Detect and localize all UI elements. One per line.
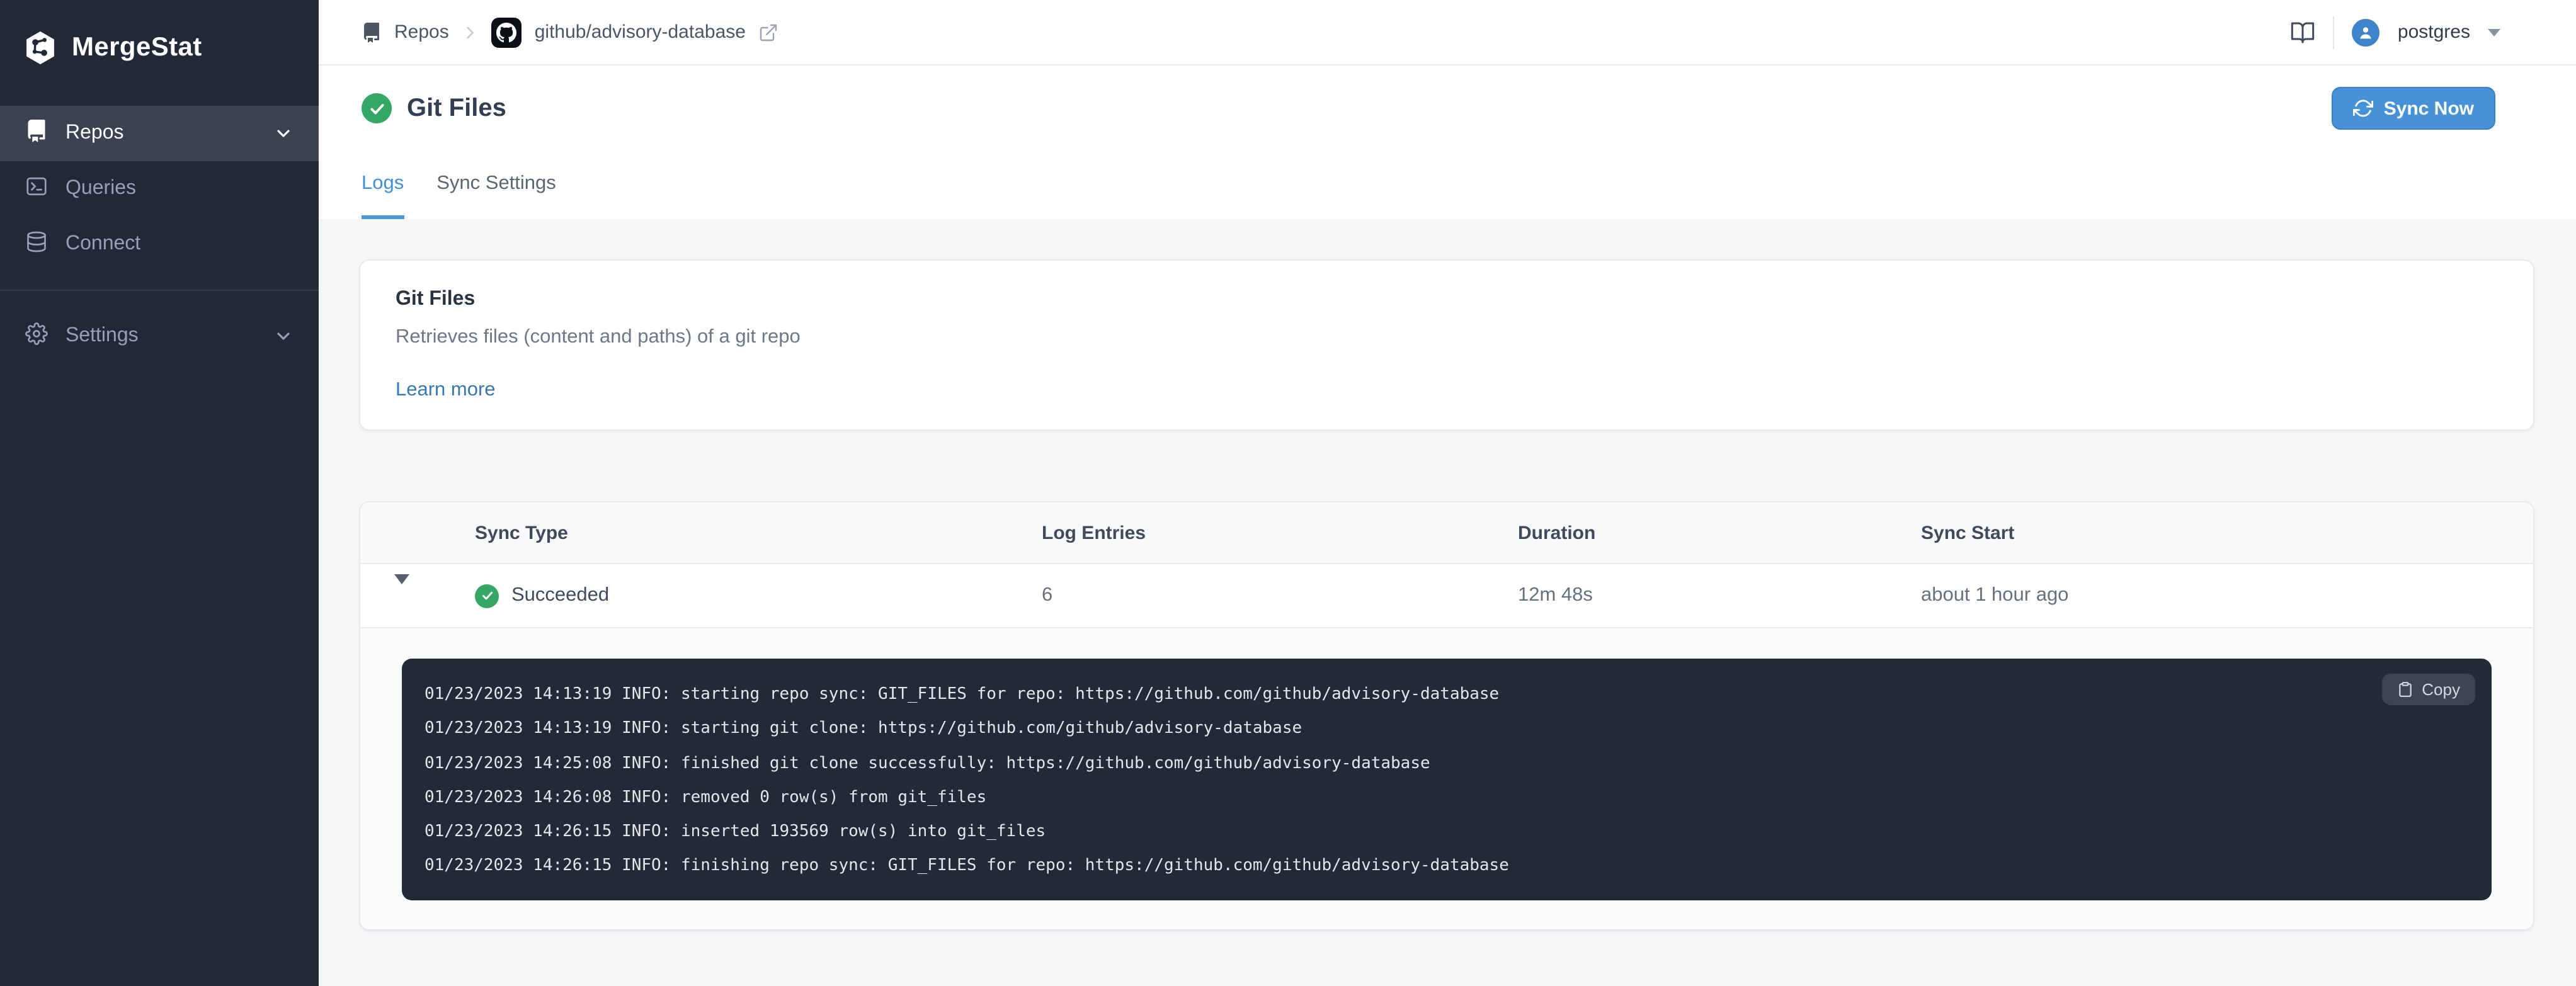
user-avatar[interactable] xyxy=(2352,18,2380,46)
topbar-divider xyxy=(2333,16,2335,48)
sidebar-divider xyxy=(0,290,319,291)
breadcrumb-repo-name[interactable]: github/advisory-database xyxy=(535,21,746,43)
learn-more-link[interactable]: Learn more xyxy=(396,379,496,402)
sidebar-item-label: Queries xyxy=(66,178,137,199)
tab-sync-settings[interactable]: Sync Settings xyxy=(436,151,556,219)
row-expand-caret[interactable] xyxy=(394,574,409,606)
log-line: 01/23/2023 14:25:08 INFO: finished git c… xyxy=(425,754,1430,773)
gear-icon xyxy=(25,322,48,351)
sidebar-item-queries[interactable]: Queries xyxy=(0,161,319,217)
table-row[interactable]: Succeeded 6 12m 48s about 1 hour ago xyxy=(360,564,2533,627)
column-header-sync-type: Sync Type xyxy=(475,522,568,543)
copy-label: Copy xyxy=(2422,680,2460,699)
clipboard-icon xyxy=(2396,681,2413,698)
log-line: 01/23/2023 14:26:15 INFO: finishing repo… xyxy=(425,856,1509,876)
topbar-right: postgres xyxy=(2291,16,2500,48)
sidebar: MergeStat Repos Queries Connect Settings xyxy=(0,0,319,986)
row-log-entries: 6 xyxy=(1042,584,1053,606)
chevron-down-icon xyxy=(273,326,294,346)
row-sync-start: about 1 hour ago xyxy=(1921,584,2069,606)
breadcrumb-repos-link[interactable]: Repos xyxy=(394,21,449,43)
caret-down-icon[interactable] xyxy=(2488,28,2500,36)
sync-logs-table: Sync Type Log Entries Duration Sync Star… xyxy=(359,501,2534,931)
table-header-row: Sync Type Log Entries Duration Sync Star… xyxy=(360,502,2533,564)
column-header-log-entries: Log Entries xyxy=(1042,522,1146,543)
log-line: 01/23/2023 14:13:19 INFO: starting git c… xyxy=(425,719,1302,739)
succeeded-check-icon xyxy=(475,584,499,608)
database-icon xyxy=(25,230,48,259)
chevron-down-icon xyxy=(273,123,294,144)
status-check-icon xyxy=(362,93,392,123)
sidebar-item-connect[interactable]: Connect xyxy=(0,217,319,272)
sidebar-item-label: Settings xyxy=(66,325,139,346)
content-area: Git Files Retrieves files (content and p… xyxy=(319,219,2576,986)
repo-icon xyxy=(25,119,48,148)
log-line: 01/23/2023 14:26:08 INFO: removed 0 row(… xyxy=(425,788,987,807)
docs-book-icon[interactable] xyxy=(2291,20,2316,45)
tab-bar: Logs Sync Settings xyxy=(319,151,2576,219)
chevron-right-icon xyxy=(462,23,479,41)
column-header-duration: Duration xyxy=(1518,522,1596,543)
app-window: MergeStat Repos Queries Connect Settings… xyxy=(0,0,2576,986)
sidebar-item-settings[interactable]: Settings xyxy=(0,309,319,364)
row-duration: 12m 48s xyxy=(1518,584,1593,606)
row-status: Succeeded xyxy=(511,584,610,606)
sidebar-item-label: Repos xyxy=(66,122,124,144)
external-link-icon[interactable] xyxy=(758,22,778,42)
sync-icon xyxy=(2353,98,2374,118)
topbar: Repos github/advisory-database postgres xyxy=(319,0,2576,65)
log-line: 01/23/2023 14:26:15 INFO: inserted 19356… xyxy=(425,822,1046,842)
sync-now-label: Sync Now xyxy=(2383,98,2474,119)
main-area: Repos github/advisory-database postgres … xyxy=(319,0,2576,986)
repo-icon xyxy=(362,22,382,42)
github-avatar xyxy=(491,17,522,47)
expanded-log-section: 01/23/2023 14:13:19 INFO: starting repo … xyxy=(360,627,2533,929)
sidebar-item-label: Connect xyxy=(66,233,141,254)
brand-logo[interactable]: MergeStat xyxy=(0,0,319,91)
tab-logs[interactable]: Logs xyxy=(362,151,404,219)
sync-info-card: Git Files Retrieves files (content and p… xyxy=(359,259,2534,431)
page-header: Git Files Sync Now xyxy=(319,65,2576,151)
sync-type-description: Retrieves files (content and paths) of a… xyxy=(396,326,801,348)
mergestat-logo-icon xyxy=(23,30,58,65)
sidebar-nav: Repos Queries Connect Settings xyxy=(0,106,319,364)
log-line: 01/23/2023 14:13:19 INFO: starting repo … xyxy=(425,685,1500,704)
brand-name: MergeStat xyxy=(72,33,202,62)
log-terminal: 01/23/2023 14:13:19 INFO: starting repo … xyxy=(402,659,2492,900)
user-menu-label[interactable]: postgres xyxy=(2398,21,2470,43)
terminal-icon xyxy=(25,174,48,203)
sync-type-title: Git Files xyxy=(396,288,476,310)
breadcrumb: Repos github/advisory-database xyxy=(362,17,778,47)
copy-button[interactable]: Copy xyxy=(2381,674,2475,705)
sidebar-item-repos[interactable]: Repos xyxy=(0,106,319,161)
sync-now-button[interactable]: Sync Now xyxy=(2332,87,2495,130)
column-header-sync-start: Sync Start xyxy=(1921,522,2015,543)
page-title: Git Files xyxy=(407,94,506,122)
